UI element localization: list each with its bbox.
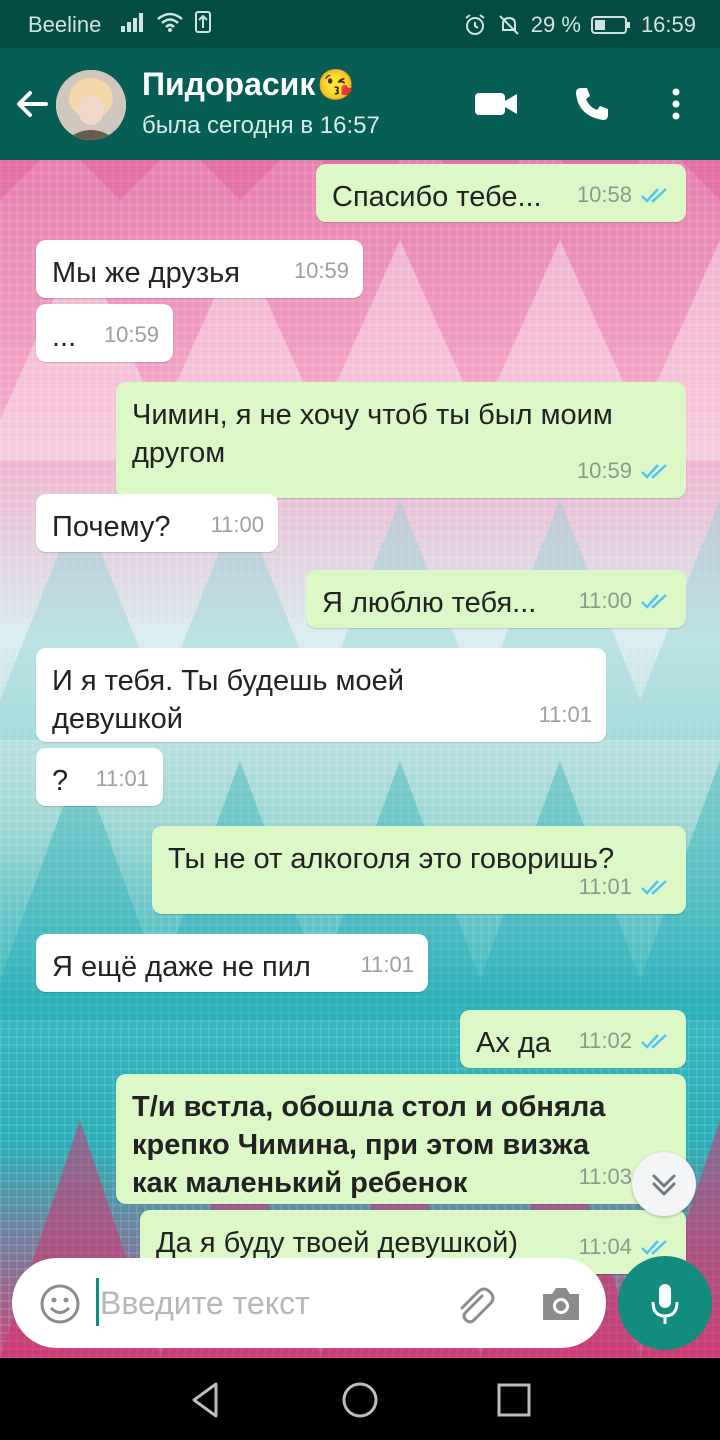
alarm-icon xyxy=(465,14,485,35)
message-incoming[interactable]: Почему? 11:00 xyxy=(36,494,278,552)
message-text: Ты не от алкоголя это говоришь? xyxy=(168,843,615,875)
message-text: И я тебя. Ты будешь моей девушкой xyxy=(52,665,404,735)
battery-icon xyxy=(590,16,630,34)
message-composer[interactable]: Введите текст xyxy=(12,1258,606,1348)
message-outgoing[interactable]: Спасибо тебе... 10:58 xyxy=(316,164,686,222)
message-time: 11:00 xyxy=(578,588,632,613)
contact-name-text: Пидорасик xyxy=(142,66,316,102)
message-time: 11:01 xyxy=(95,766,149,791)
nav-home-icon[interactable] xyxy=(340,1380,380,1420)
avatar[interactable] xyxy=(56,70,126,140)
wifi-icon xyxy=(157,12,183,32)
contact-emoji: 😘 xyxy=(317,69,355,102)
battery-percent: 29 % xyxy=(530,12,581,37)
microphone-icon xyxy=(651,1284,679,1324)
message-meta: 10:59 xyxy=(104,316,159,354)
signal-icon xyxy=(121,13,143,32)
message-input[interactable]: Введите текст xyxy=(100,1285,310,1322)
message-outgoing[interactable]: Чимин, я не хочу чтоб ты был моим другом… xyxy=(116,382,686,498)
carrier-label: Beeline xyxy=(28,12,102,37)
message-time: 11:01 xyxy=(360,952,414,977)
message-meta: 11:00 xyxy=(211,506,264,544)
message-text: Чимин, я не хочу чтоб ты был моим другом xyxy=(132,399,613,469)
message-text: Т/и встла, обошла стол и обняла крепко Ч… xyxy=(132,1091,606,1199)
message-incoming[interactable]: Мы же друзья 10:59 xyxy=(36,240,363,298)
message-meta: 11:01 xyxy=(579,868,672,906)
text-cursor xyxy=(96,1278,99,1326)
video-camera-icon[interactable] xyxy=(474,90,518,118)
message-text: ? xyxy=(52,765,69,797)
message-time: 11:03 xyxy=(578,1164,632,1189)
message-text: Спасибо тебе... xyxy=(332,181,542,213)
nav-recents-icon[interactable] xyxy=(494,1380,534,1420)
message-text: Почему? xyxy=(52,511,171,543)
chat-header: Пидорасик😘 была сегодня в 16:57 xyxy=(0,48,720,160)
more-vertical-icon[interactable] xyxy=(664,84,688,124)
status-icons-left xyxy=(120,10,212,34)
contact-name[interactable]: Пидорасик😘 xyxy=(142,66,355,103)
scroll-to-bottom-button[interactable] xyxy=(632,1152,696,1216)
read-receipt-icon xyxy=(641,1240,667,1255)
read-receipt-icon xyxy=(641,188,667,203)
message-meta: 10:59 xyxy=(294,252,349,290)
status-bar: Beeline 29 % 16:59 xyxy=(0,0,720,48)
message-meta: 10:59 xyxy=(577,452,672,490)
data-sync-icon xyxy=(195,11,211,33)
phone-icon[interactable] xyxy=(572,84,612,124)
message-text: ... xyxy=(52,321,77,353)
message-time: 11:02 xyxy=(578,1028,632,1053)
message-outgoing[interactable]: Ах да 11:02 xyxy=(460,1010,686,1068)
message-outgoing[interactable]: Ты не от алкоголя это говоришь? 11:01 xyxy=(152,826,686,914)
message-outgoing[interactable]: Т/и встла, обошла стол и обняла крепко Ч… xyxy=(116,1074,686,1204)
message-text: Я люблю тебя... xyxy=(322,587,537,619)
message-meta: 11:00 xyxy=(579,582,672,620)
camera-icon[interactable] xyxy=(540,1284,582,1324)
message-text: Мы же друзья xyxy=(52,257,240,289)
arrow-left-icon[interactable] xyxy=(12,84,52,124)
clock: 16:59 xyxy=(640,12,696,37)
read-receipt-icon xyxy=(641,1034,667,1049)
message-outgoing[interactable]: Я люблю тебя... 11:00 xyxy=(306,570,686,628)
paperclip-icon[interactable] xyxy=(452,1282,496,1326)
message-meta: 11:02 xyxy=(579,1022,672,1060)
status-icons-right: 29 % 16:59 xyxy=(463,12,696,38)
message-incoming[interactable]: ? 11:01 xyxy=(36,748,163,806)
message-text: Ах да xyxy=(476,1027,551,1059)
message-time: 11:01 xyxy=(538,702,592,727)
message-meta: 11:01 xyxy=(361,946,414,984)
message-time: 10:59 xyxy=(103,322,159,347)
message-time: 10:59 xyxy=(576,458,632,483)
message-time: 10:59 xyxy=(293,258,349,283)
read-receipt-icon xyxy=(641,464,667,479)
message-meta: 11:01 xyxy=(96,760,149,798)
nav-back-icon[interactable] xyxy=(186,1380,226,1420)
avatar-image xyxy=(56,70,126,140)
message-incoming[interactable]: И я тебя. Ты будешь моей девушкой 11:01 xyxy=(36,648,606,742)
voice-record-button[interactable] xyxy=(618,1256,712,1350)
message-text: Я ещё даже не пил xyxy=(52,951,311,983)
smiley-icon[interactable] xyxy=(40,1284,80,1324)
message-incoming[interactable]: Я ещё даже не пил 11:01 xyxy=(36,934,428,992)
read-receipt-icon xyxy=(641,880,667,895)
last-seen-status: была сегодня в 16:57 xyxy=(142,112,380,139)
message-meta: 11:01 xyxy=(539,696,592,734)
message-text: Да я буду твоей девушкой) xyxy=(156,1227,519,1259)
message-time: 11:01 xyxy=(578,874,632,899)
chevron-double-down-icon xyxy=(652,1174,676,1196)
message-time: 11:00 xyxy=(210,512,264,537)
message-incoming[interactable]: ... 10:59 xyxy=(36,304,173,362)
message-time: 10:58 xyxy=(576,182,632,207)
mute-notifications-icon xyxy=(499,15,519,35)
system-navigation-bar xyxy=(0,1358,720,1440)
read-receipt-icon xyxy=(641,594,667,609)
chat-area[interactable]: Спасибо тебе... 10:58 Мы же друзья 10:59… xyxy=(0,160,720,1358)
message-meta: 10:58 xyxy=(577,176,672,214)
